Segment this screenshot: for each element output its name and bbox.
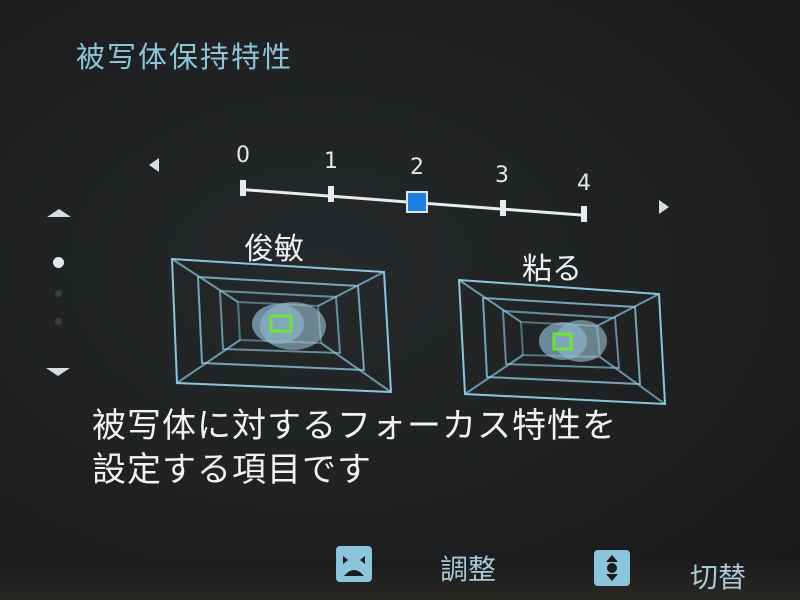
tunnel-icon-responsive[interactable] [168,255,396,397]
up-down-dial-icon [594,550,630,586]
up-arrow-icon[interactable] [47,209,71,217]
screen-bezel [0,560,800,600]
tick-label-2: 2 [410,155,424,180]
page-dot-active [53,257,64,268]
left-right-dial-icon [336,546,372,582]
sensitivity-slider[interactable]: 0 1 2 3 4 [200,135,620,235]
description: 被写体に対するフォーカス特性を 設定する項目です [92,404,617,492]
tick-label-4: 4 [577,171,591,196]
page-dot [55,290,62,297]
right-arrow-icon[interactable] [659,200,669,214]
slider-tick [581,206,587,222]
description-line-1: 被写体に対するフォーカス特性を [92,406,617,446]
tick-label-0: 0 [236,143,250,168]
menu-screen: 被写体保持特性 0 1 2 3 4 俊敏 粘る 被写体に対するフォーカス特性を … [0,0,800,600]
page-indicator [44,205,74,385]
slider-tick [328,186,334,202]
left-arrow-icon[interactable] [149,158,159,172]
tunnel-icon-sticky[interactable] [455,276,673,410]
page-dot [55,318,62,325]
adjust-label: 調整 [440,553,497,586]
tick-label-3: 3 [495,163,509,188]
description-line-2: 設定する項目です [92,450,372,490]
switch-label: 切替 [690,561,747,594]
slider-tick [240,180,246,196]
down-arrow-icon[interactable] [46,368,70,376]
tick-label-1: 1 [324,149,338,174]
slider-knob[interactable] [406,191,428,213]
slider-tick [500,200,506,216]
page-title: 被写体保持特性 [76,40,294,74]
